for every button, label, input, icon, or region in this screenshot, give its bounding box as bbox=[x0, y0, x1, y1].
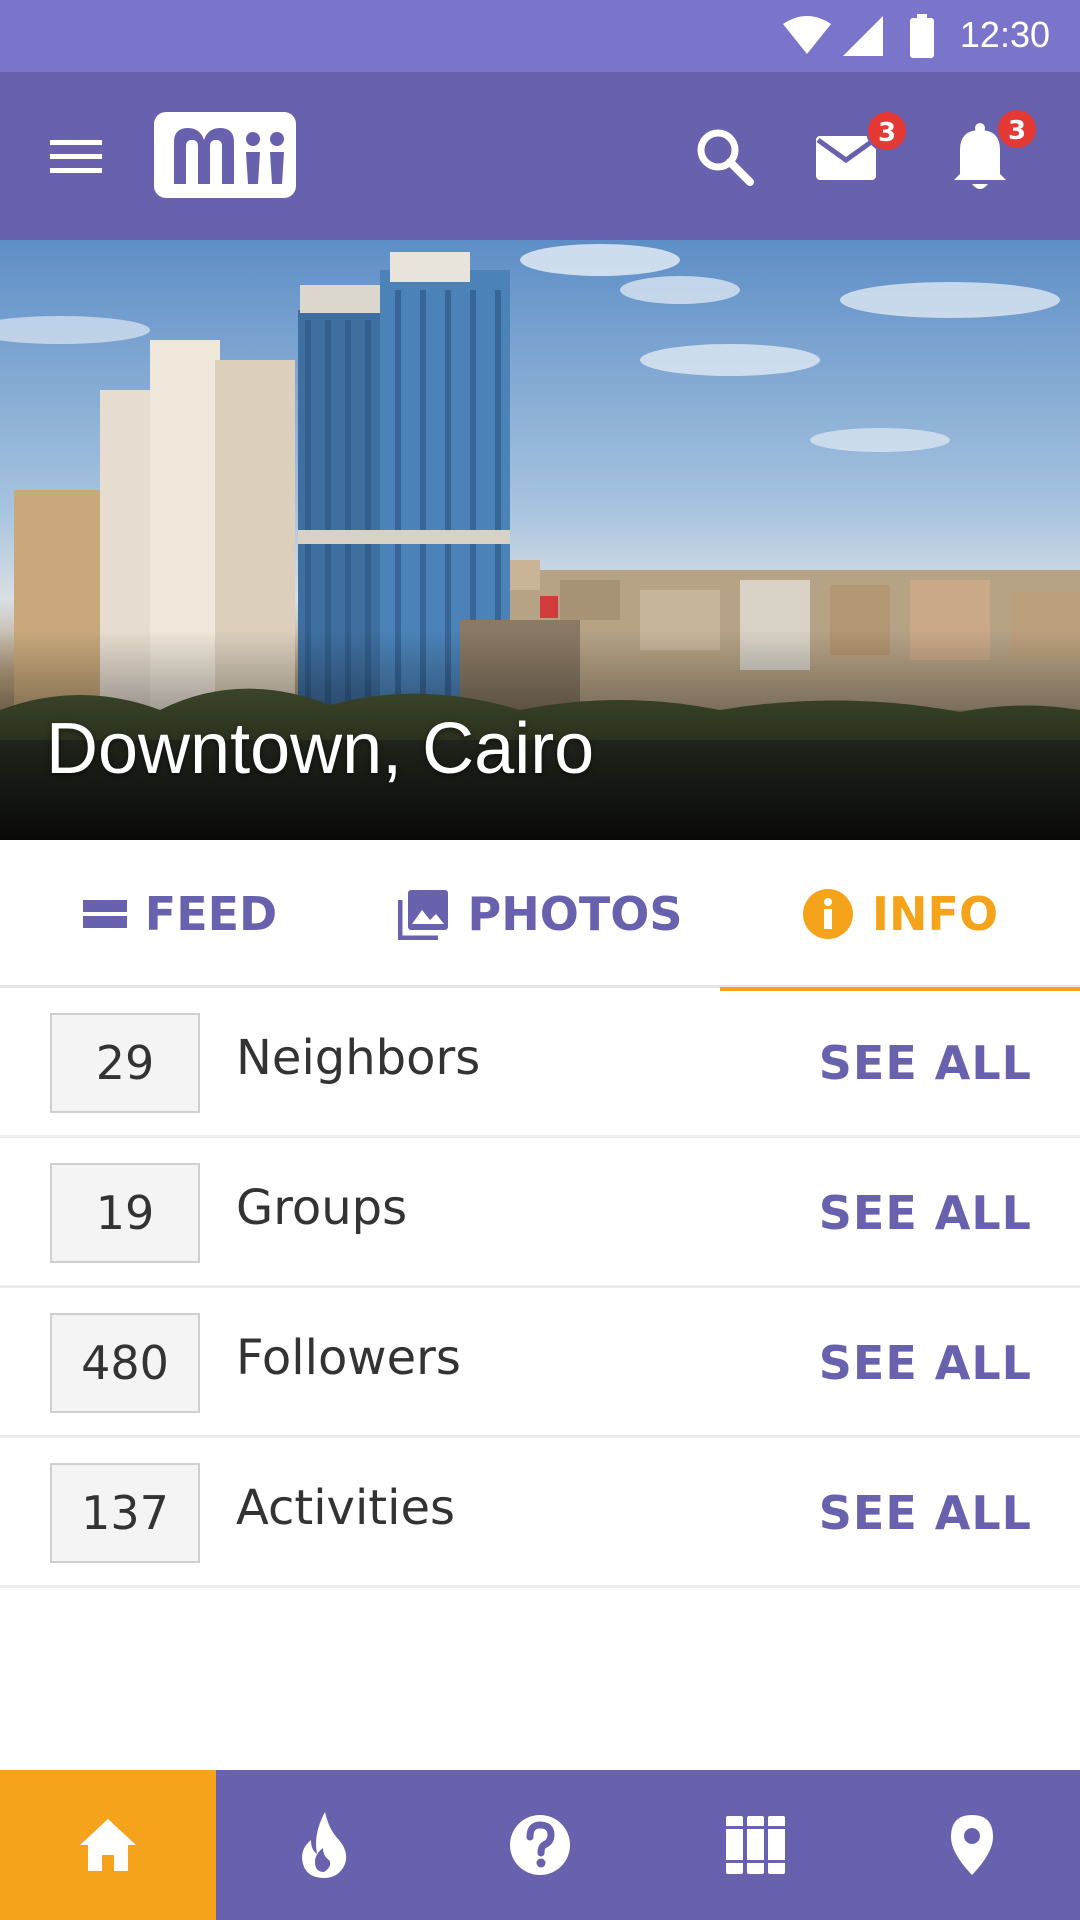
row-label: Groups bbox=[236, 1180, 408, 1236]
notifications-badge: 3 bbox=[996, 108, 1038, 150]
list-item-groups: 19 Groups SEE ALL bbox=[0, 1138, 1080, 1288]
app-logo[interactable] bbox=[154, 112, 296, 198]
tab-bar: FEED PHOTOS INFO bbox=[0, 840, 1080, 991]
mii-logo-icon bbox=[174, 128, 284, 184]
row-label: Neighbors bbox=[236, 1030, 481, 1086]
status-bar: 12:30 bbox=[0, 0, 1080, 72]
info-stats-list: 29 Neighbors SEE ALL 19 Groups SEE ALL 4… bbox=[0, 988, 1080, 1588]
info-icon bbox=[802, 888, 854, 940]
list-item-neighbors: 29 Neighbors SEE ALL bbox=[0, 988, 1080, 1138]
fire-icon bbox=[302, 1812, 347, 1878]
nav-trending[interactable] bbox=[216, 1770, 432, 1920]
messages-button[interactable]: 3 bbox=[814, 110, 908, 192]
hamburger-menu-icon bbox=[50, 140, 102, 173]
notifications-button[interactable]: 3 bbox=[950, 108, 1038, 192]
see-all-followers-button[interactable]: SEE ALL bbox=[819, 1336, 1032, 1390]
tab-info-label: INFO bbox=[871, 886, 999, 941]
bottom-navigation bbox=[0, 1770, 1080, 1920]
list-item-activities: 137 Activities SEE ALL bbox=[0, 1438, 1080, 1588]
tab-info[interactable]: INFO bbox=[720, 840, 1080, 991]
see-all-groups-button[interactable]: SEE ALL bbox=[819, 1186, 1032, 1240]
messages-badge: 3 bbox=[866, 110, 908, 152]
wifi-icon bbox=[783, 16, 831, 54]
home-icon bbox=[80, 1819, 136, 1871]
nav-help[interactable] bbox=[432, 1770, 648, 1920]
signal-icon bbox=[843, 16, 883, 56]
count-box: 19 bbox=[50, 1163, 200, 1263]
library-icon bbox=[726, 1816, 785, 1874]
count-box: 480 bbox=[50, 1313, 200, 1413]
tab-feed-label: FEED bbox=[144, 887, 278, 941]
nav-home[interactable] bbox=[0, 1770, 216, 1920]
row-label: Activities bbox=[236, 1480, 455, 1536]
list-item-followers: 480 Followers SEE ALL bbox=[0, 1288, 1080, 1438]
tab-photos[interactable]: PHOTOS bbox=[360, 840, 720, 988]
feed-icon bbox=[82, 896, 127, 932]
count-box: 29 bbox=[50, 1013, 200, 1113]
help-icon bbox=[510, 1815, 570, 1875]
app-bar: 3 3 bbox=[0, 72, 1080, 240]
search-icon bbox=[697, 129, 754, 186]
count-box: 137 bbox=[50, 1463, 200, 1563]
location-pin-icon bbox=[951, 1815, 993, 1875]
battery-icon bbox=[910, 14, 934, 58]
nav-location[interactable] bbox=[864, 1770, 1080, 1920]
tab-photos-label: PHOTOS bbox=[467, 887, 683, 941]
photos-icon bbox=[397, 888, 450, 940]
hero-banner: Downtown, Cairo bbox=[0, 240, 1080, 840]
see-all-activities-button[interactable]: SEE ALL bbox=[819, 1486, 1032, 1540]
search-button[interactable] bbox=[690, 122, 760, 192]
location-title: Downtown, Cairo bbox=[46, 709, 595, 789]
status-time: 12:30 bbox=[959, 14, 1050, 55]
see-all-neighbors-button[interactable]: SEE ALL bbox=[819, 1036, 1032, 1090]
menu-button[interactable] bbox=[40, 124, 112, 188]
row-label: Followers bbox=[236, 1330, 461, 1386]
nav-library[interactable] bbox=[648, 1770, 864, 1920]
tab-feed[interactable]: FEED bbox=[0, 840, 360, 988]
